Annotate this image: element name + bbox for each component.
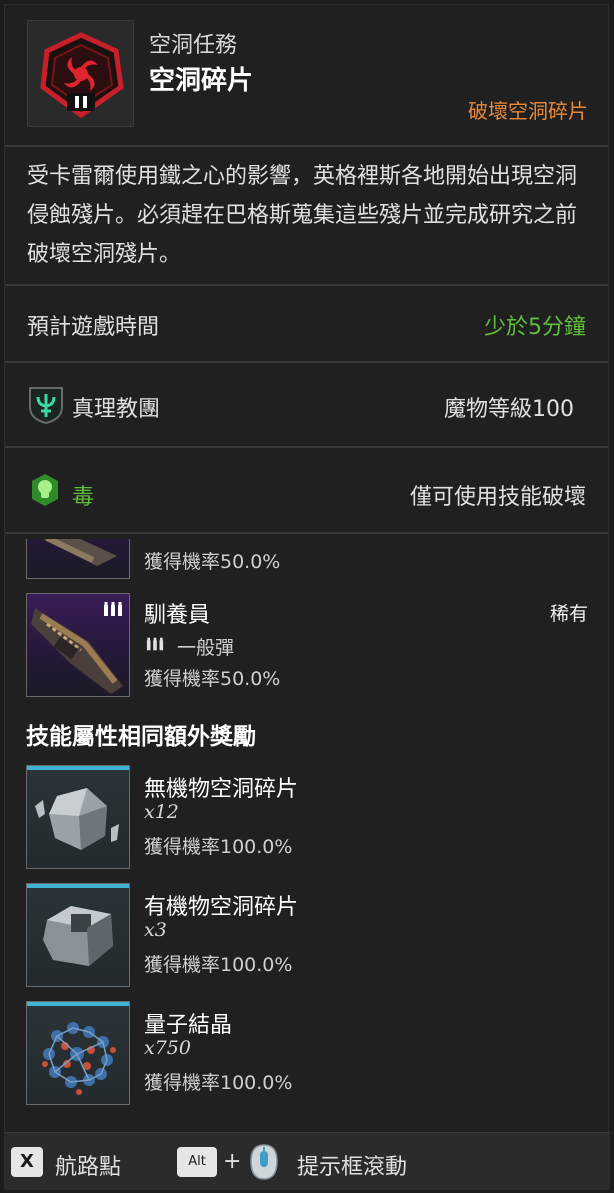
mission-type: 空洞任務 (149, 33, 238, 58)
bonus-item-name: 量子結晶 (144, 1013, 233, 1038)
playtime-value: 少於5分鐘 (484, 315, 586, 340)
faction-label: 真理教團 (72, 397, 161, 422)
void-shard-emblem-icon (40, 32, 124, 119)
key-hint-bar: X 航路點 Alt + 提示框滾動 (5, 1132, 610, 1190)
reward-rarity: 稀有 (549, 603, 588, 625)
bonus-drop-chance: 獲得機率100.0% (144, 954, 293, 976)
bonus-drop-chance: 獲得機率100.0% (144, 1072, 293, 1094)
divider (5, 446, 608, 448)
bonus-item-thumbnail (26, 765, 130, 869)
bonus-item-name: 無機物空洞碎片 (144, 777, 299, 802)
waypoint-label[interactable]: 航路點 (55, 1149, 121, 1181)
mission-title: 空洞碎片 (149, 66, 254, 96)
bonus-section-title: 技能屬性相同額外獎勵 (26, 724, 256, 750)
reward-ammo-label: 一般彈 (177, 637, 235, 659)
reward-drop-chance: 獲得機率50.0% (144, 551, 281, 573)
bonus-item-qty: x3 (144, 919, 167, 941)
bonus-item-qty: x12 (144, 801, 179, 823)
bonus-item-qty: x750 (144, 1037, 191, 1059)
bonus-item-thumbnail (26, 883, 130, 987)
bonus-item-name: 有機物空洞碎片 (144, 895, 299, 920)
divider (5, 532, 608, 534)
ammo-icon (146, 637, 164, 651)
reward-item-name: 馴養員 (144, 603, 211, 628)
ammo-icon (104, 602, 122, 616)
bonus-drop-chance: 獲得機率100.0% (144, 836, 293, 858)
mission-header: 空洞任務 空洞碎片 破壞空洞碎片 (5, 5, 610, 145)
inorganic-shard-icon (35, 788, 119, 850)
plus-sign: + (223, 1149, 242, 1174)
reward-item-thumbnail (26, 539, 130, 579)
divider (5, 145, 608, 147)
mouse-wheel-icon[interactable] (249, 1143, 279, 1181)
attribute-note: 僅可使用技能破壞 (409, 485, 586, 510)
organic-shard-icon (43, 906, 113, 966)
reward-drop-chance: 獲得機率50.0% (144, 668, 281, 690)
reward-scroll-area[interactable]: 獲得機率50.0% 馴養員 稀有 一般彈 獲得機率50.0% 技能屬性相同額外獎… (5, 539, 610, 1129)
divider (5, 361, 608, 363)
attribute-label: 毒 (72, 485, 95, 510)
quantum-crystal-icon (42, 1022, 116, 1095)
divider (5, 284, 608, 286)
waypoint-key[interactable]: X (11, 1147, 43, 1177)
alt-key[interactable]: Alt (177, 1147, 217, 1177)
mission-emblem (27, 20, 134, 127)
bonus-item-thumbnail (26, 1001, 130, 1105)
reward-item-thumbnail (26, 593, 130, 697)
scroll-tooltip-label[interactable]: 提示框滾動 (297, 1149, 407, 1181)
monster-level: 魔物等級100 (444, 397, 574, 422)
poison-icon (32, 474, 58, 506)
playtime-label: 預計遊戲時間 (27, 315, 160, 340)
cult-of-truth-icon (29, 387, 63, 425)
mission-tooltip-panel: 空洞任務 空洞碎片 破壞空洞碎片 受卡雷爾使用鐵之心的影響，英格裡斯各地開始出現… (4, 4, 610, 1190)
mission-description: 受卡雷爾使用鐵之心的影響，英格裡斯各地開始出現空洞侵蝕殘片。必須趕在巴格斯蒐集這… (27, 164, 578, 267)
mission-objective: 破壞空洞碎片 (468, 99, 588, 123)
